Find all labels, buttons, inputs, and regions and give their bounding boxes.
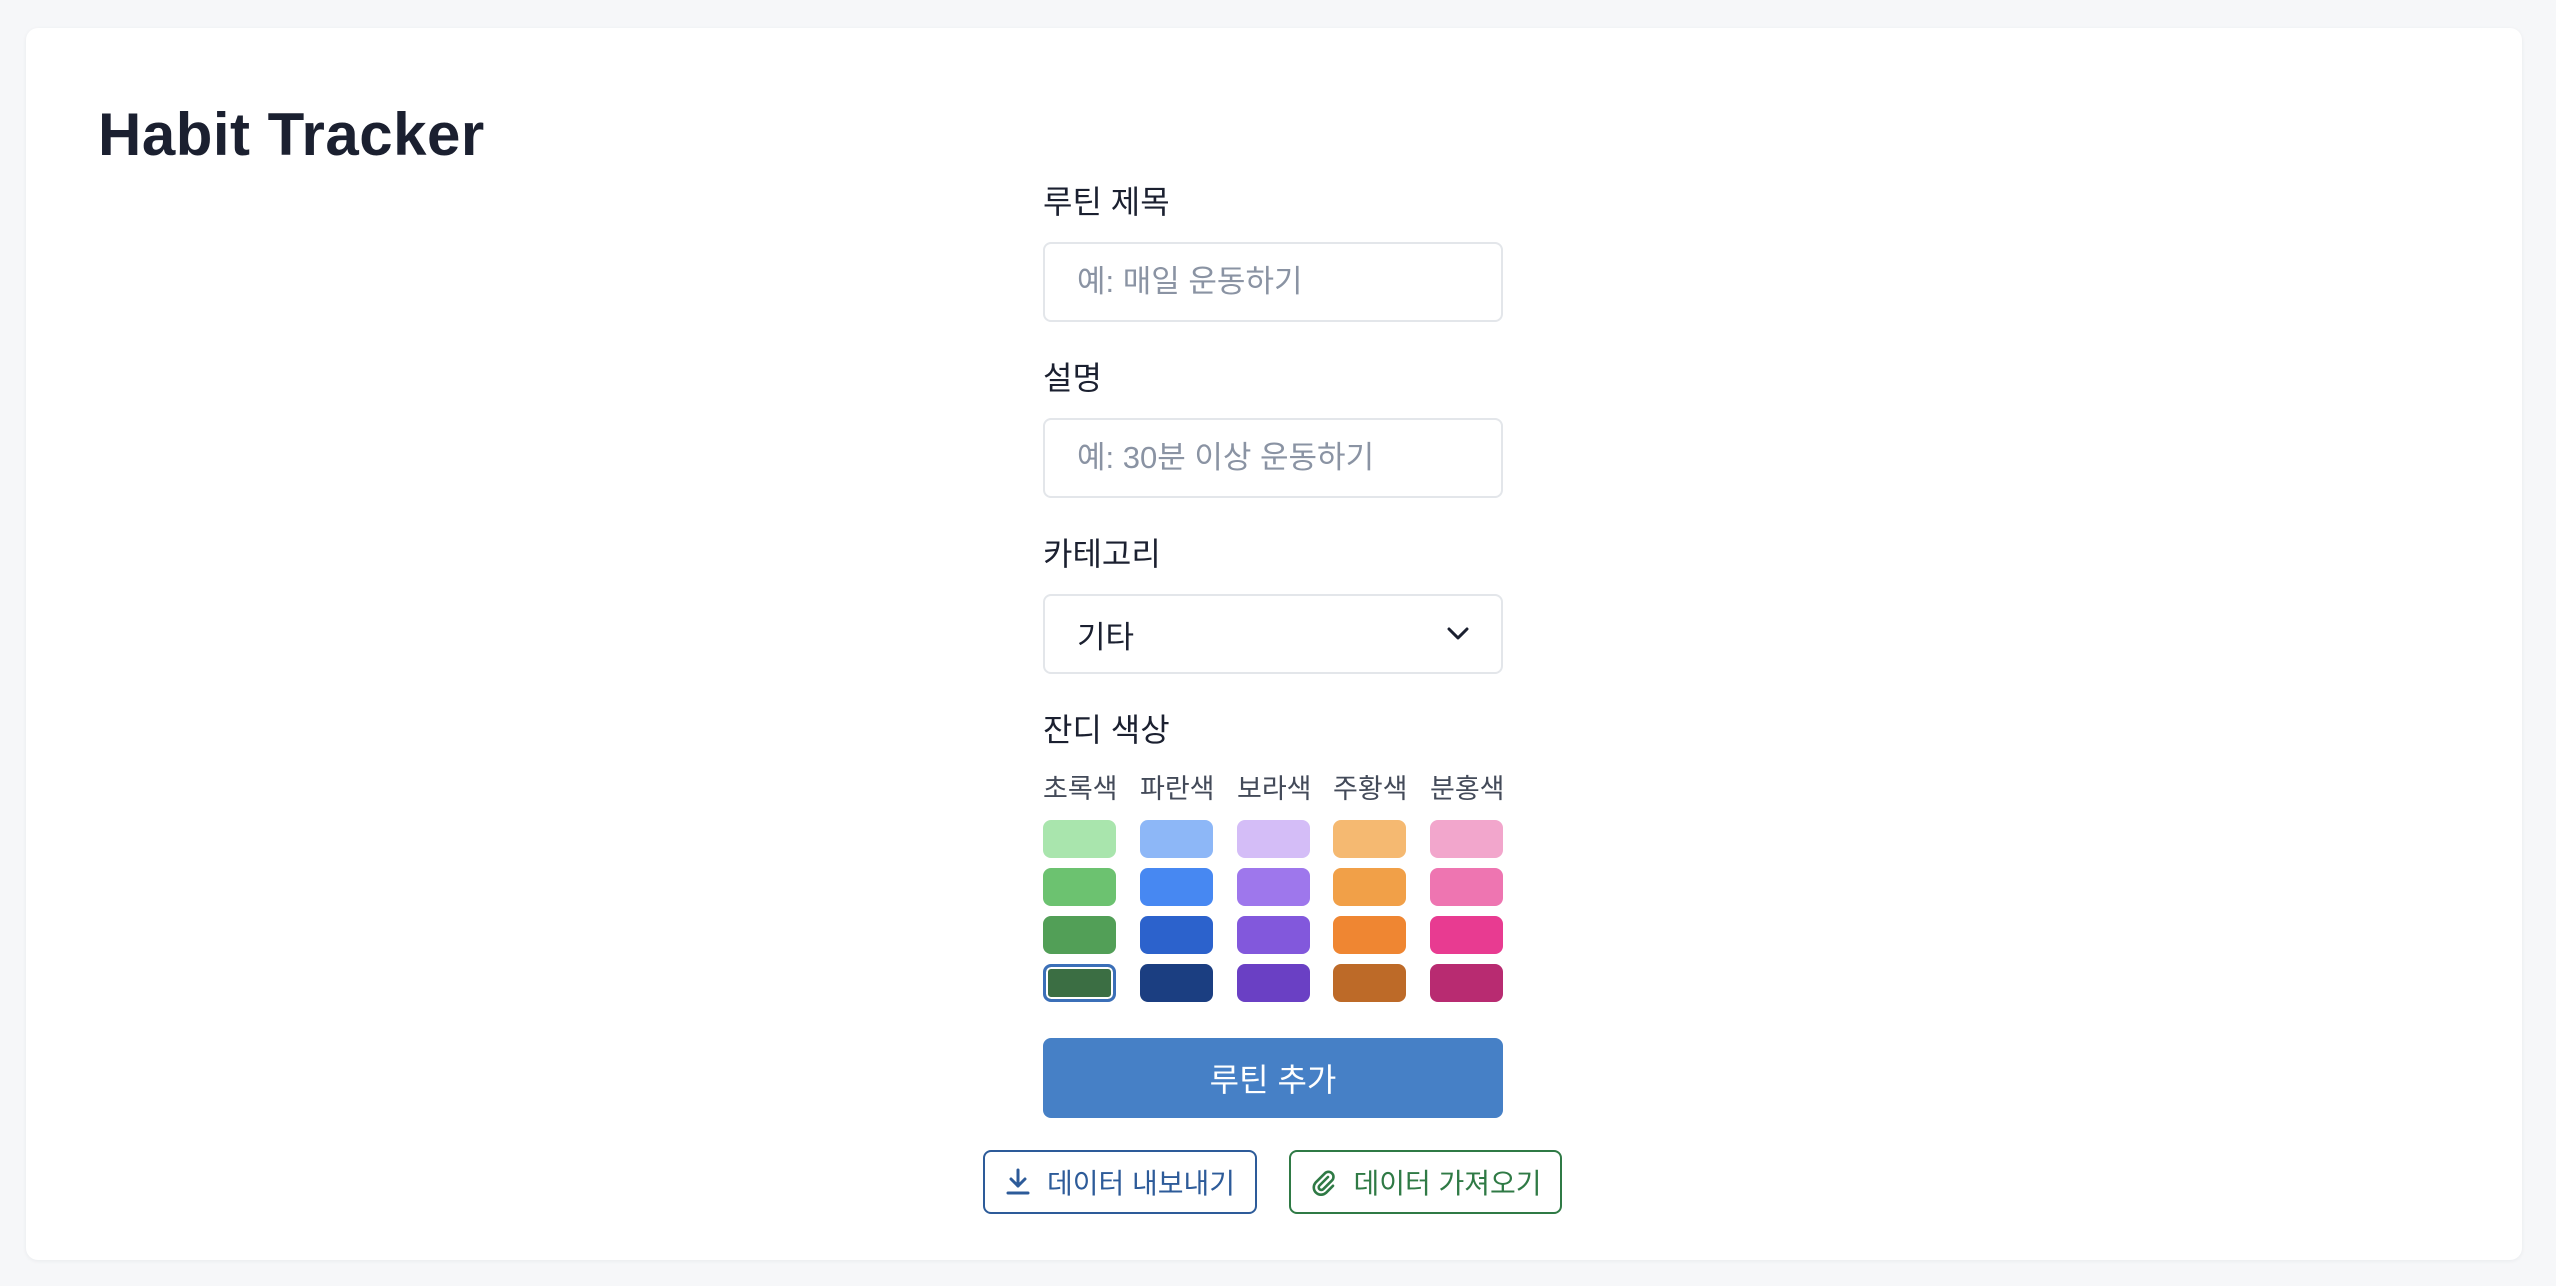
add-routine-button[interactable]: 루틴 추가 [1043, 1038, 1503, 1118]
palette-column-label: 파란색 [1140, 774, 1215, 804]
chevron-down-icon [1447, 627, 1469, 641]
download-icon [1005, 1168, 1031, 1196]
color-swatch[interactable] [1043, 820, 1116, 858]
palette-column-label: 주황색 [1333, 774, 1408, 804]
color-swatch[interactable] [1043, 964, 1116, 1002]
color-swatch[interactable] [1237, 868, 1310, 906]
import-data-label: 데이터 가져오기 [1353, 1168, 1542, 1199]
category-label: 카테고리 [1043, 536, 1161, 572]
palette-column-label: 분홍색 [1430, 774, 1505, 804]
import-data-button[interactable]: 데이터 가져오기 [1289, 1150, 1562, 1214]
color-swatch[interactable] [1430, 916, 1503, 954]
paperclip-icon [1309, 1168, 1337, 1196]
color-swatch[interactable] [1043, 868, 1116, 906]
palette-column-pink: 분홍색 [1430, 770, 1505, 1012]
app-title: Habit Tracker [98, 101, 485, 168]
title-label: 루틴 제목 [1043, 184, 1170, 220]
color-swatch[interactable] [1237, 916, 1310, 954]
color-swatch[interactable] [1333, 964, 1406, 1002]
color-swatch[interactable] [1430, 964, 1503, 1002]
export-data-label: 데이터 내보내기 [1046, 1168, 1236, 1199]
color-swatch[interactable] [1237, 820, 1310, 858]
routine-form: 루틴 제목 설명 카테고리 기타 잔디 색상 초록색 파란색 보라색 [1043, 180, 1505, 1002]
color-swatch[interactable] [1430, 820, 1503, 858]
category-select[interactable]: 기타 [1043, 594, 1503, 674]
color-swatch[interactable] [1333, 868, 1406, 906]
palette-column-green: 초록색 [1043, 770, 1118, 1012]
palette-column-blue: 파란색 [1140, 770, 1215, 1012]
color-swatch[interactable] [1333, 820, 1406, 858]
color-label: 잔디 색상 [1043, 712, 1170, 748]
category-selected-value: 기타 [1077, 619, 1135, 655]
color-swatch[interactable] [1333, 916, 1406, 954]
color-swatch[interactable] [1140, 964, 1213, 1002]
description-label: 설명 [1043, 360, 1102, 396]
palette-column-purple: 보라색 [1237, 770, 1312, 1012]
color-palette: 초록색 파란색 보라색 주황색 분홍색 [1043, 770, 1505, 1002]
export-data-button[interactable]: 데이터 내보내기 [983, 1150, 1257, 1214]
color-swatch[interactable] [1237, 964, 1310, 1002]
description-input[interactable] [1043, 418, 1503, 498]
color-swatch[interactable] [1140, 916, 1213, 954]
palette-column-label: 보라색 [1237, 774, 1312, 804]
color-swatch[interactable] [1043, 916, 1116, 954]
color-swatch[interactable] [1140, 820, 1213, 858]
palette-column-label: 초록색 [1043, 774, 1118, 804]
color-swatch[interactable] [1430, 868, 1503, 906]
title-input[interactable] [1043, 242, 1503, 322]
color-swatch[interactable] [1140, 868, 1213, 906]
palette-column-orange: 주황색 [1333, 770, 1408, 1012]
